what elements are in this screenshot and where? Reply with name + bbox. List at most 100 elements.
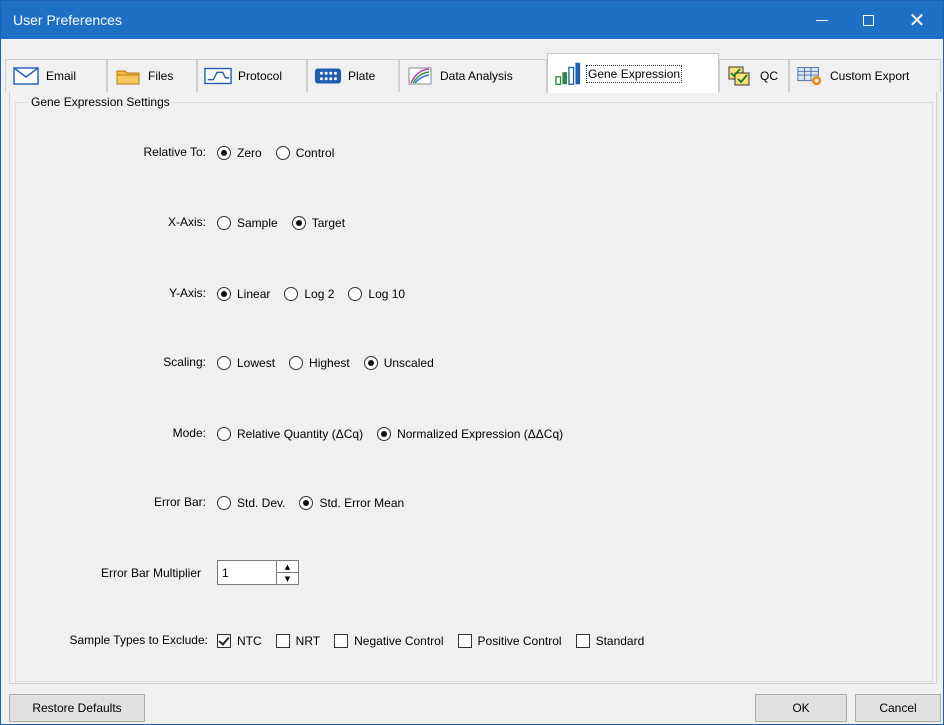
caret-down-icon: ▼ [284,574,291,583]
window-title: User Preferences [13,12,122,28]
scaling-group: Lowest Highest Unscaled [217,353,448,373]
maximize-icon [862,14,874,26]
mode-normalized-expression-option[interactable]: Normalized Expression (ΔΔCq) [377,427,563,441]
option-label: Unscaled [383,356,434,370]
maximize-button[interactable] [845,1,891,39]
y-axis-group: Linear Log 2 Log 10 [217,284,419,304]
relative-to-zero-option[interactable]: Zero [217,146,262,160]
spin-down-button[interactable]: ▼ [277,573,298,584]
minimize-button[interactable] [799,1,845,39]
radio-button[interactable] [348,287,363,301]
radio-button[interactable] [291,216,306,230]
spin-up-button[interactable]: ▲ [277,561,298,573]
option-label: Log 10 [368,287,406,301]
preferences-window: User Preferences ✕ Email Files Protocol [0,0,944,725]
tab-label: Email [46,69,77,83]
ok-button[interactable]: OK [755,694,847,722]
error-bar-std-error-mean-option[interactable]: Std. Error Mean [299,496,404,510]
error-bar-multiplier-stepper[interactable]: ▲ ▼ [217,560,299,585]
exclude-nrt-option[interactable]: NRT [275,634,321,648]
tab-strip: Email Files Protocol Plate Data Analysis [5,53,941,93]
cancel-button[interactable]: Cancel [855,694,941,722]
radio-button[interactable] [217,216,231,230]
tab-plate[interactable]: Plate [307,59,399,92]
tab-data-analysis[interactable]: Data Analysis [399,59,547,92]
checkbox[interactable] [334,634,349,648]
radio-button[interactable] [284,287,299,301]
option-label: Target [311,216,346,230]
x-axis-group: Sample Target [217,213,359,233]
scaling-unscaled-option[interactable]: Unscaled [363,356,434,370]
y-axis-linear-option[interactable]: Linear [217,287,270,301]
option-label: Std. Error Mean [319,496,405,510]
close-button[interactable]: ✕ [894,1,940,39]
plate-grid-icon [314,65,342,87]
relative-to-group: Zero Control [217,143,348,163]
checkbox[interactable] [457,634,472,648]
error-bar-label: Error Bar: [153,495,206,509]
error-bar-group: Std. Dev. Std. Error Mean [217,493,418,513]
radio-button[interactable] [289,356,304,370]
option-label: Negative Control [354,634,444,648]
bar-chart-icon [554,62,582,85]
restore-defaults-button[interactable]: Restore Defaults [9,694,145,722]
spin-buttons: ▲ ▼ [277,560,299,585]
tab-custom-export[interactable]: Custom Export [789,59,941,92]
radio-button[interactable] [217,356,231,370]
group-title: Gene Expression Settings [28,95,173,109]
radio-button[interactable] [275,146,290,160]
y-axis-log2-option[interactable]: Log 2 [284,287,334,301]
mode-label: Mode: [172,426,206,440]
exclude-positive-control-option[interactable]: Positive Control [457,634,562,648]
title-bar: User Preferences ✕ [1,1,943,39]
radio-button[interactable] [217,427,231,441]
radio-button[interactable] [377,427,392,441]
y-axis-log10-option[interactable]: Log 10 [348,287,405,301]
minimize-icon [816,19,828,21]
button-label: Cancel [879,701,917,715]
error-bar-multiplier-input[interactable] [217,560,277,585]
gene-expression-groupbox: Gene Expression Settings [15,95,933,682]
checkbox[interactable] [217,634,231,648]
tab-email[interactable]: Email [5,59,107,92]
option-label: Positive Control [477,634,562,648]
tab-gene-expression[interactable]: Gene Expression [547,53,719,93]
option-label: Log 2 [304,287,335,301]
mode-relative-quantity-option[interactable]: Relative Quantity (ΔCq) [217,427,363,441]
x-axis-sample-option[interactable]: Sample [217,216,278,230]
checkbox[interactable] [275,634,290,648]
radio-button[interactable] [217,287,231,301]
sample-types-exclude-group: NTC NRT Negative Control Positive Contro… [217,631,658,651]
error-bar-std-dev-option[interactable]: Std. Dev. [217,496,285,510]
custom-export-icon [796,65,824,87]
caret-up-icon: ▲ [284,562,291,571]
folder-icon [114,65,142,87]
tab-qc[interactable]: QC [719,59,789,92]
protocol-wave-icon [204,65,232,87]
exclude-negative-control-option[interactable]: Negative Control [334,634,444,648]
radio-button[interactable] [299,496,314,510]
button-label: Restore Defaults [32,701,122,715]
x-axis-target-option[interactable]: Target [291,216,346,230]
tab-files[interactable]: Files [107,59,197,92]
option-label: NTC [237,634,262,648]
gene-expression-panel: Gene Expression Settings [9,92,937,684]
option-label: Relative Quantity (ΔCq) [237,427,364,441]
relative-to-control-option[interactable]: Control [275,146,335,160]
radio-button[interactable] [363,356,378,370]
radio-button[interactable] [217,146,231,160]
sample-types-exclude-label: Sample Types to Exclude: [69,633,208,647]
exclude-standard-option[interactable]: Standard [575,634,644,648]
x-axis-label: X-Axis: [167,215,206,229]
checkbox[interactable] [575,634,590,648]
radio-button[interactable] [217,496,231,510]
option-label: NRT [295,634,321,648]
option-label: Control [295,146,335,160]
tab-protocol[interactable]: Protocol [197,59,307,92]
option-label: Highest [309,356,350,370]
error-bar-multiplier-label: Error Bar Multiplier [100,566,201,580]
exclude-ntc-option[interactable]: NTC [217,634,262,648]
tab-label: Protocol [238,69,283,83]
scaling-lowest-option[interactable]: Lowest [217,356,275,370]
scaling-highest-option[interactable]: Highest [289,356,350,370]
